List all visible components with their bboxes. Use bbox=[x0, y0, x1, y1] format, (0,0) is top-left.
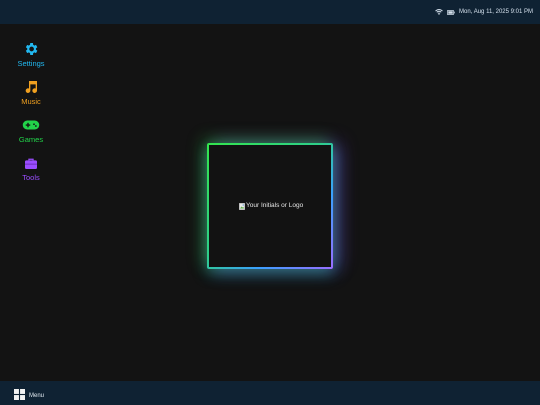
toolbox-icon bbox=[22, 154, 40, 172]
logo-frame: Your Initials or Logo bbox=[207, 143, 333, 269]
menu-label: Menu bbox=[29, 393, 45, 399]
desktop-screen: Mon, Aug 11, 2025 9:01 PM Settings Music bbox=[0, 0, 540, 405]
top-status-bar: Mon, Aug 11, 2025 9:01 PM bbox=[0, 0, 540, 24]
desktop-icon-tools[interactable]: Tools bbox=[10, 154, 52, 182]
desktop-icon-games[interactable]: Games bbox=[10, 116, 52, 144]
system-tray: Mon, Aug 11, 2025 9:01 PM bbox=[435, 7, 533, 17]
logo-alt-text: Your Initials or Logo bbox=[246, 202, 304, 209]
menu-button[interactable]: Menu bbox=[14, 387, 44, 405]
wifi-icon[interactable] bbox=[435, 9, 443, 15]
battery-icon[interactable] bbox=[447, 9, 455, 15]
desktop-icon-label: Tools bbox=[22, 173, 40, 182]
clock-datetime[interactable]: Mon, Aug 11, 2025 9:01 PM bbox=[459, 7, 533, 17]
desktop-icon-settings[interactable]: Settings bbox=[10, 40, 52, 68]
broken-image-icon bbox=[239, 202, 245, 210]
gear-icon bbox=[22, 40, 40, 58]
gamepad-icon bbox=[22, 116, 40, 134]
music-note-icon bbox=[22, 78, 40, 96]
windows-grid-icon bbox=[14, 387, 25, 405]
logo-image: Your Initials or Logo bbox=[239, 202, 303, 210]
desktop-icon-label: Games bbox=[18, 135, 44, 144]
taskbar: Menu bbox=[0, 381, 540, 405]
desktop-icon-label: Music bbox=[21, 97, 41, 106]
desktop-icon-label: Settings bbox=[17, 59, 45, 68]
desktop-icon-music[interactable]: Music bbox=[10, 78, 52, 106]
